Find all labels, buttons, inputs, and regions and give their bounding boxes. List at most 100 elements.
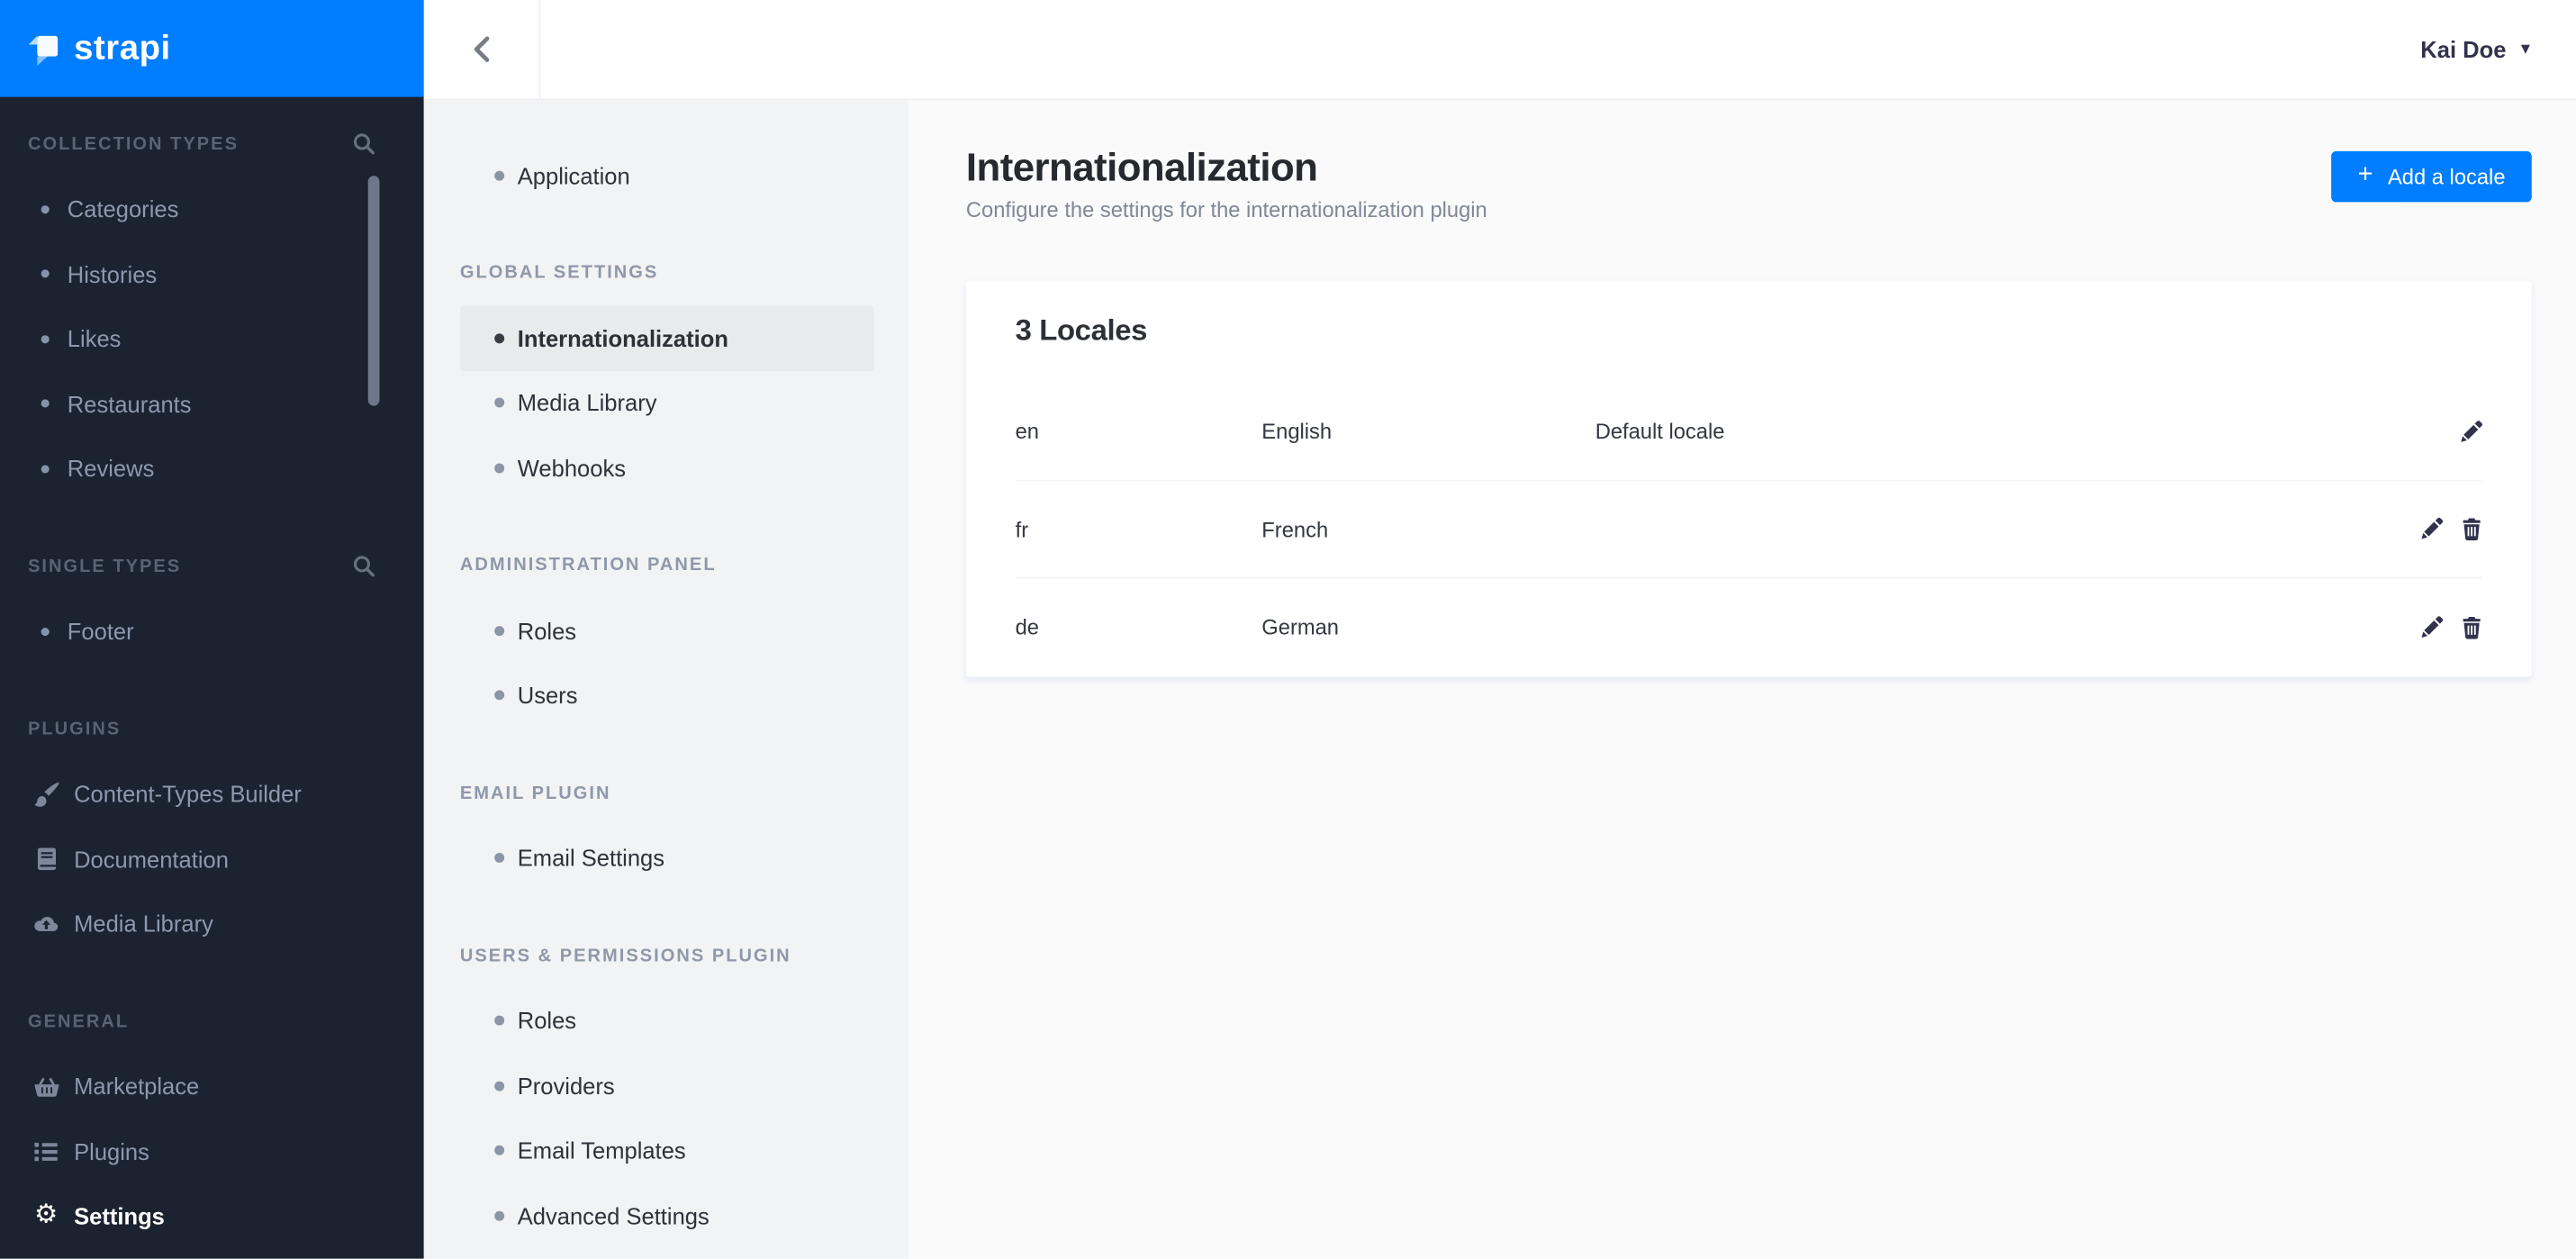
section-header-single-types: SINGLE TYPES [0,534,424,599]
section-collection-types: COLLECTION TYPES Categories Histories Li… [0,112,424,501]
row-actions [2417,518,2482,541]
settings-item-webhooks[interactable]: Webhooks [460,436,874,501]
settings-section-users-permissions: USERS & PERMISSIONS PLUGIN Roles Provide… [424,923,908,1247]
locale-row-en: en English Default locale [966,383,2532,481]
sidebar-menu: COLLECTION TYPES Categories Histories Li… [0,97,424,1249]
sidebar-item-content-types-builder[interactable]: Content-Types Builder [0,762,424,827]
locale-code: fr [1015,517,1029,542]
bullet-icon [41,269,50,278]
bullet-icon [494,690,505,701]
edit-icon[interactable] [2421,615,2444,639]
settings-item-media-library[interactable]: Media Library [460,370,874,435]
settings-header-email-plugin: EMAIL PLUGIN [459,783,611,803]
locale-name: English [1261,419,1333,445]
main-content: Internationalization Configure the setti… [908,100,2576,1259]
settings-header-admin-panel: ADMINISTRATION PANEL [459,556,717,576]
sidebar-item-media-library[interactable]: Media Library [0,892,424,956]
chevron-left-icon [472,34,492,64]
brush-icon [32,782,59,807]
edit-icon[interactable] [2461,421,2483,443]
user-menu[interactable]: Kai Doe ▾ [2420,0,2576,98]
topbar: Kai Doe ▾ [423,0,2576,101]
bullet-icon [494,1210,505,1221]
section-header-plugins: PLUGINS [28,719,122,739]
settings-item-up-roles[interactable]: Roles [460,989,874,1054]
sidebar-item-categories[interactable]: Categories [0,177,424,241]
edit-icon[interactable] [2421,518,2444,541]
basket-icon [32,1076,59,1098]
sidebar-item-footer[interactable]: Footer [0,599,424,664]
delete-icon[interactable] [2461,518,2482,541]
bullet-icon [494,332,505,343]
brand-name: strapi [74,28,171,67]
locales-card-title: 3 Locales [1015,313,1148,347]
bullet-icon [494,1146,505,1156]
section-plugins: PLUGINS Content-Types Builder Documentat… [0,697,424,956]
locale-code: en [1015,419,1040,445]
strapi-admin-app: strapi COLLECTION TYPES Categories Histo… [0,0,2576,1259]
locale-code: de [1015,614,1040,640]
settings-sidebar: Application GLOBAL SETTINGS Internationa… [423,100,909,1259]
bullet-icon [41,464,50,474]
search-icon[interactable] [353,556,375,577]
settings-item-internationalization[interactable]: Internationalization [459,305,874,371]
section-general: GENERAL Marketplace Plugins ⚙ Settings [0,989,424,1248]
bullet-icon [494,1081,505,1091]
add-locale-button[interactable]: + Add a locale [2331,150,2532,203]
settings-item-application[interactable]: Application [460,143,874,208]
main-sidebar: strapi COLLECTION TYPES Categories Histo… [0,0,424,1259]
caret-down-icon: ▾ [2520,38,2530,59]
bullet-icon [494,625,505,636]
settings-section-email-plugin: EMAIL PLUGIN Email Settings [424,761,908,891]
row-actions [2417,615,2482,639]
page-subtitle: Configure the settings for the internati… [965,196,1487,222]
locales-table: en English Default locale fr French de G… [966,383,2532,676]
plus-icon: + [2357,160,2373,189]
section-header-general: GENERAL [28,1011,130,1032]
user-name: Kai Doe [2420,36,2507,63]
list-icon [32,1142,59,1162]
settings-item-email-settings[interactable]: Email Settings [460,826,874,891]
row-actions [2417,421,2483,443]
sidebar-item-restaurants[interactable]: Restaurants [0,371,424,436]
sidebar-item-documentation[interactable]: Documentation [0,827,424,892]
brand-header[interactable]: strapi [0,0,424,97]
settings-item-email-templates[interactable]: Email Templates [460,1119,874,1183]
bullet-icon [41,204,50,213]
search-icon[interactable] [353,133,375,155]
settings-item-advanced-settings[interactable]: Advanced Settings [460,1183,874,1248]
sidebar-item-reviews[interactable]: Reviews [0,436,424,501]
page-header: Internationalization Configure the setti… [908,100,2576,225]
sidebar-scrollbar[interactable] [367,176,380,406]
settings-section-admin-panel: ADMINISTRATION PANEL Roles Users [424,533,908,728]
locale-name: French [1261,517,1329,542]
locale-name: German [1261,614,1340,640]
book-icon [32,847,59,871]
cloud-upload-icon [32,915,59,933]
settings-section-global: GLOBAL SETTINGS Internationalization Med… [424,240,908,500]
page-title: Internationalization [965,146,1318,191]
bullet-icon [494,853,505,864]
bullet-icon [494,1016,505,1027]
delete-icon[interactable] [2461,616,2482,639]
sidebar-item-settings[interactable]: ⚙ Settings [0,1184,424,1249]
bullet-icon [494,170,505,181]
section-header-collection-types: COLLECTION TYPES [0,112,424,177]
settings-item-providers[interactable]: Providers [460,1054,874,1119]
bullet-icon [494,398,505,408]
settings-header-global: GLOBAL SETTINGS [459,263,659,284]
settings-item-admin-users[interactable]: Users [460,663,874,728]
sidebar-item-likes[interactable]: Likes [0,306,424,371]
back-button[interactable] [424,0,541,99]
settings-item-admin-roles[interactable]: Roles [460,598,874,663]
strapi-logo-icon [24,30,62,68]
bullet-icon [41,334,50,343]
sidebar-item-marketplace[interactable]: Marketplace [0,1054,424,1119]
settings-header-users-permissions: USERS & PERMISSIONS PLUGIN [459,946,791,966]
locale-row-de: de German [966,578,2532,676]
bullet-icon [41,399,50,408]
sidebar-item-histories[interactable]: Histories [0,241,424,306]
bullet-icon [494,463,505,474]
sidebar-item-plugins[interactable]: Plugins [0,1119,424,1184]
